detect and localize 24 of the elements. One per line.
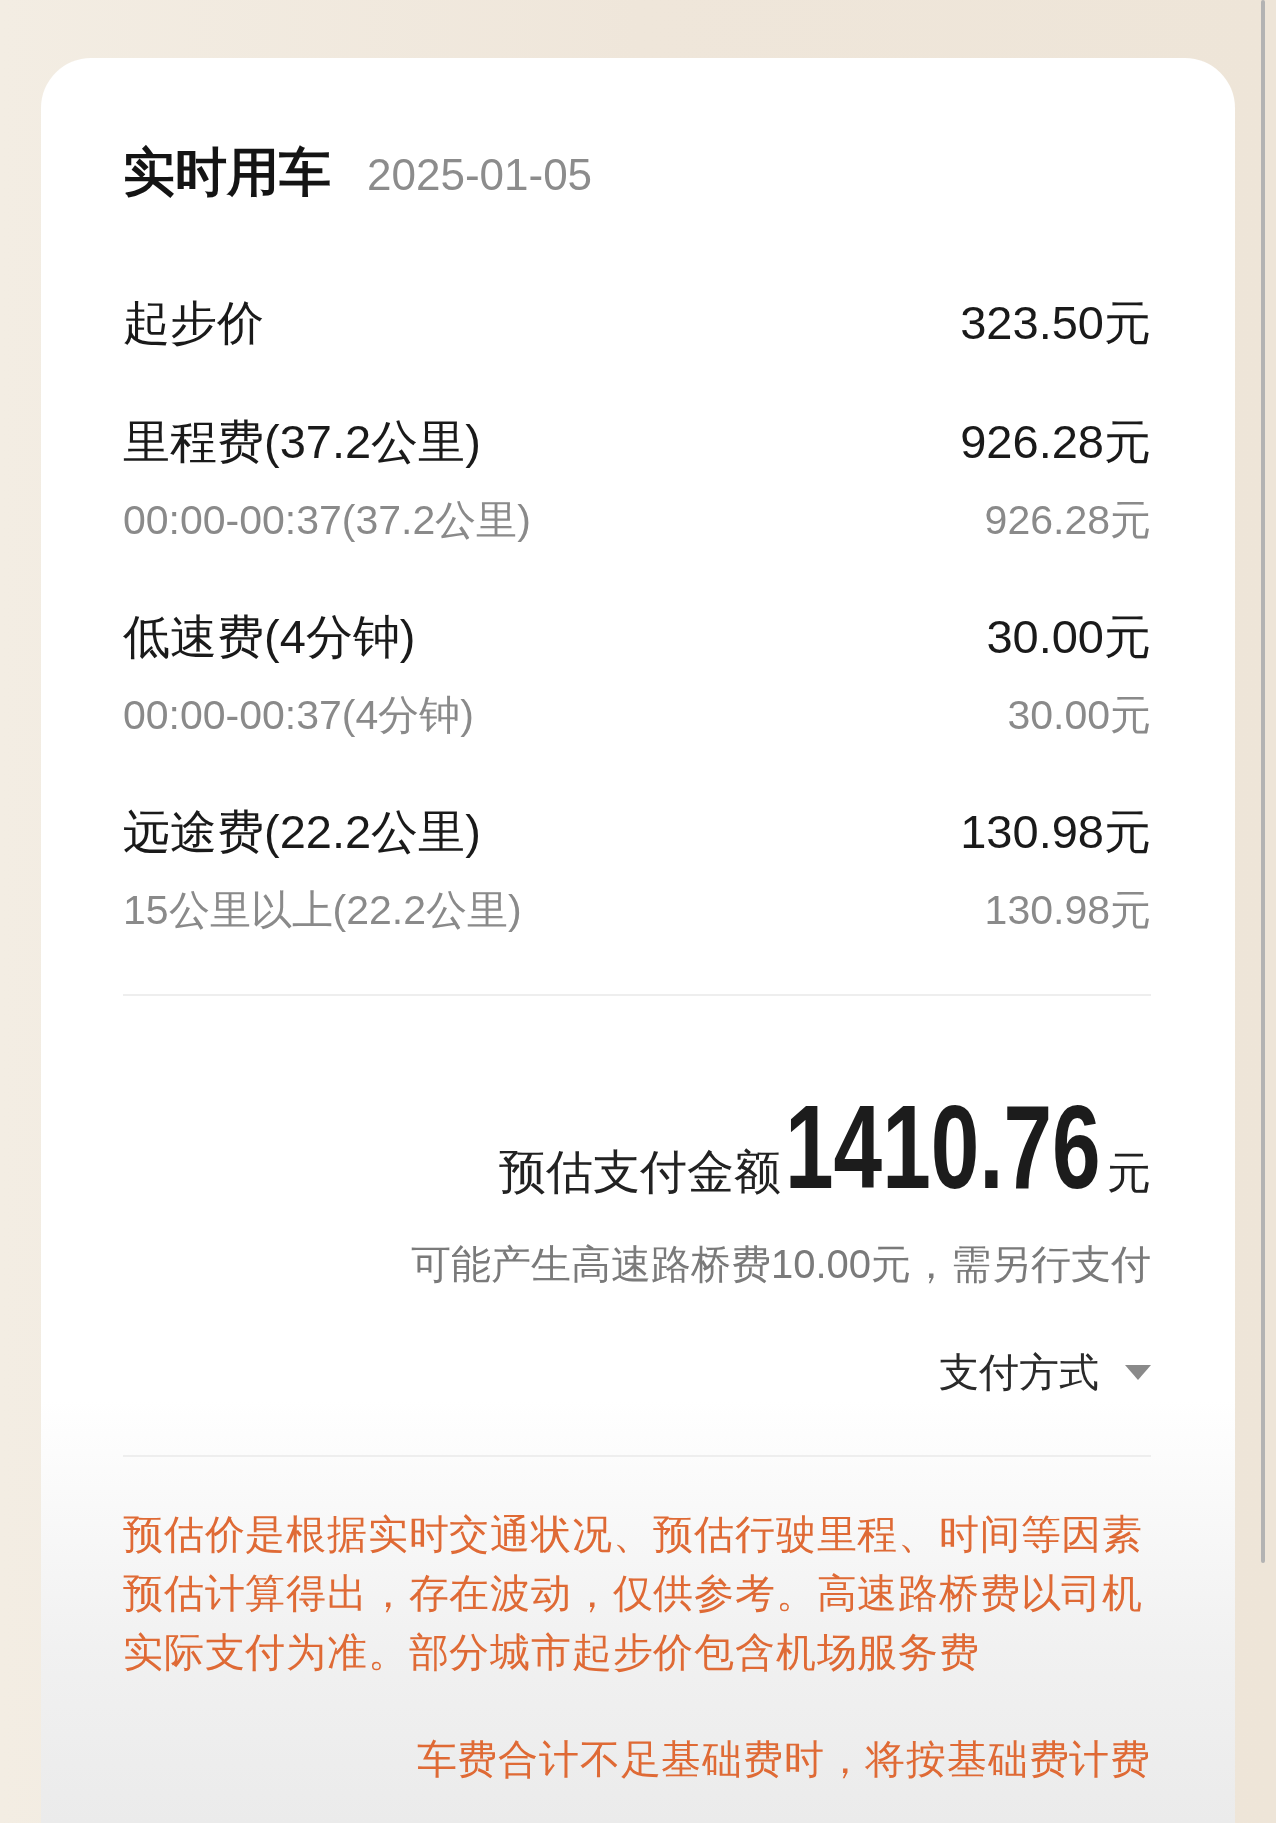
scrollbar-thumb[interactable] bbox=[1261, 0, 1265, 1563]
fee-label: 起步价 bbox=[123, 295, 264, 351]
payment-method-dropdown[interactable]: 支付方式 bbox=[939, 1344, 1151, 1400]
total-unit: 元 bbox=[1107, 1147, 1151, 1199]
fee-detail-label: 00:00-00:37(4分钟) bbox=[123, 691, 474, 740]
fee-detail-amount: 130.98元 bbox=[984, 886, 1151, 935]
toll-note: 可能产生高速路桥费10.00元，需另行支付 bbox=[410, 1241, 1151, 1288]
fee-label: 低速费(4分钟) bbox=[123, 609, 416, 665]
fee-detail-amount: 30.00元 bbox=[1007, 691, 1151, 740]
trip-date: 2025-01-05 bbox=[367, 149, 593, 201]
fee-label: 里程费(37.2公里) bbox=[123, 414, 481, 470]
fee-amount: 30.00元 bbox=[986, 609, 1151, 665]
fee-detail-amount: 926.28元 bbox=[984, 496, 1151, 545]
disclaimer-text: 预估价是根据实时交通状况、预估行驶里程、时间等因素预估计算得出，存在波动，仅供参考。高速路桥费以司机实际支付为准。部分城市起步价包含机场服务费 bbox=[123, 1511, 1144, 1676]
trip-type-title: 实时用车 bbox=[123, 142, 331, 202]
fee-amount: 323.50元 bbox=[960, 295, 1151, 351]
fee-amount: 926.28元 bbox=[960, 414, 1151, 470]
fee-amount: 130.98元 bbox=[960, 804, 1151, 860]
total-label: 预估支付金额 bbox=[499, 1144, 782, 1200]
fee-label: 远途费(22.2公里) bbox=[123, 804, 481, 860]
minimum-fare-note: 车费合计不足基础费时，将按基础费计费 bbox=[416, 1736, 1151, 1783]
total-amount: 1410.76 bbox=[785, 1088, 1102, 1206]
fee-detail-label: 00:00-00:37(37.2公里) bbox=[123, 496, 531, 545]
fee-detail-label: 15公里以上(22.2公里) bbox=[123, 886, 522, 935]
